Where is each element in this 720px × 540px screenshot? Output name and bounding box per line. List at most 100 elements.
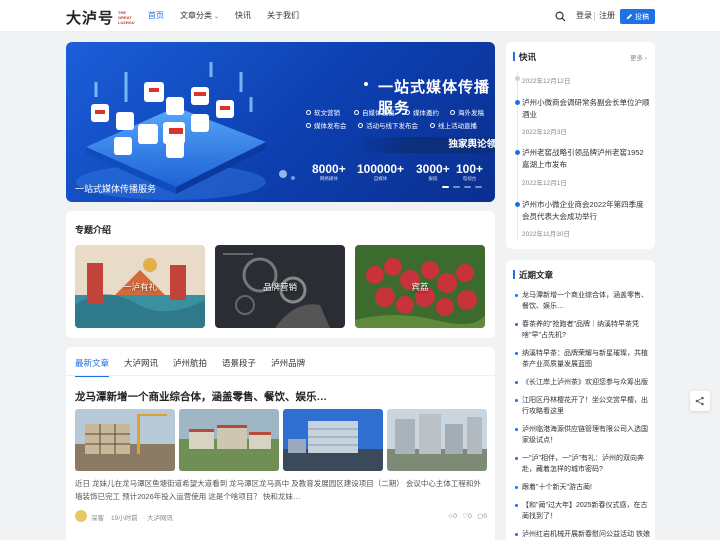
article-image[interactable] xyxy=(283,409,383,471)
recent-article-link[interactable]: 跟着"十个新天"游古蔺! xyxy=(515,482,650,493)
news-item[interactable]: 泸州老窖战略引领品牌泸州老窖1952嘉湖上市发布 xyxy=(522,147,650,171)
slider-dot[interactable] xyxy=(475,186,482,188)
feature-label: 媒体邀约 xyxy=(413,110,439,117)
logo-subtitle: THE GREAT LUZHOU xyxy=(118,10,135,25)
stat-label: 自媒体 xyxy=(373,176,388,181)
site-logo[interactable]: 大泸号 THE GREAT LUZHOU xyxy=(66,7,135,28)
stat-item: 100000+ 自媒体 xyxy=(357,162,404,182)
article-photo xyxy=(283,409,383,471)
section-title: 专题介绍 xyxy=(75,225,112,235)
feature-item: 线上活动直播 xyxy=(430,120,477,130)
tab-news[interactable]: 大泸网讯 xyxy=(124,357,158,377)
news-item[interactable]: 泸州小微商会调研常务副会长单位沪顺酒业 xyxy=(522,97,650,121)
stat-item: 3000+ 报纸 xyxy=(416,162,450,182)
article-title[interactable]: 龙马潭新增一个商业综合体，涵盖零售、餐饮、娱乐… xyxy=(75,389,327,404)
nav-about[interactable]: 关于我们 xyxy=(267,0,299,32)
share-button[interactable] xyxy=(690,391,710,411)
view-count: 0 xyxy=(453,513,457,520)
article-image[interactable] xyxy=(179,409,279,471)
circle-icon xyxy=(358,122,363,128)
topic-label: 一泸有礼 xyxy=(122,281,157,292)
timeline-dot xyxy=(515,150,520,155)
circle-icon xyxy=(354,109,359,115)
chevron-down-icon: ⌄ xyxy=(214,14,220,20)
article-photo xyxy=(387,409,487,471)
news-item[interactable]: 泸州市小微企业商会2022年第四季度会员代表大会成功举行 xyxy=(522,199,650,223)
stat-item: 8000+ 网络媒体 xyxy=(312,162,346,182)
news-date: 2022年12月1日 xyxy=(522,180,567,187)
topics-section: 专题介绍 一泸有礼 品牌营销 宾荔 xyxy=(66,211,495,338)
slider-indicator xyxy=(442,186,482,188)
stat-item: 100+ 电视台 xyxy=(456,162,483,182)
feature-label: 媒体发布会 xyxy=(314,123,347,130)
feature-item: 海外发稿 xyxy=(450,107,484,117)
divider xyxy=(594,12,595,21)
topic-label: 品牌营销 xyxy=(262,281,297,292)
avatar[interactable] xyxy=(75,510,87,522)
nav-home[interactable]: 首页 xyxy=(148,0,164,32)
tab-brand[interactable]: 泸州品牌 xyxy=(271,357,305,377)
slider-dot[interactable] xyxy=(464,186,471,188)
circle-icon xyxy=(405,109,410,115)
widget-title: 近期文章 xyxy=(519,270,554,280)
recent-article-link[interactable]: 泸州红岩机械开展新春慰问公益活动 铁娘子手勤舞传递温暖与新 xyxy=(515,529,650,540)
register-link[interactable]: 注册 xyxy=(599,0,615,32)
recent-article-link[interactable]: 一"泸"相伴，一"泸"有礼：泸州的双向奔赴，藏着怎样的城市密码? xyxy=(515,453,650,475)
topic-card[interactable]: 品牌营销 xyxy=(215,245,345,328)
recent-article-link[interactable]: 泸州临港海源供应链管理有限公司入选国家级试点！ xyxy=(515,424,650,446)
recent-article-link[interactable]: 《长江岸上泸州茶》欢迎您参与众筹出版 xyxy=(515,377,650,388)
timeline-dot xyxy=(515,76,520,81)
nav-flash[interactable]: 快讯 xyxy=(235,0,251,32)
divider xyxy=(66,375,495,376)
article-summary: 近日 龙妹儿在龙马潭区鱼塘街道希望大道看到 龙马潭区龙马高中 及教育发展园区建设… xyxy=(75,479,481,501)
feature-label: 软文营销 xyxy=(314,110,340,117)
recent-article-link[interactable]: 纳溪特早茶：品牌荣耀与新星璀璨，共植茶产业高质量发展蓝图 xyxy=(515,348,650,370)
post-button[interactable]: 投稿 xyxy=(620,9,655,24)
article-image[interactable] xyxy=(387,409,487,471)
article-category[interactable]: · 大泸网讯 xyxy=(143,512,173,522)
more-link[interactable]: 更多 › xyxy=(630,52,647,62)
topic-card[interactable]: 宾荔 xyxy=(355,245,485,328)
hero-banner[interactable]: 一站式媒体传播服务 软文营销 自媒体发稿 媒体邀约 海外发稿 媒体发布会 活动与… xyxy=(66,42,495,202)
recent-article-link[interactable]: 春茶养的"抢跑者"品牌｜纳溪特早茶凭啥"早"占先机? xyxy=(515,319,650,341)
article-photo xyxy=(75,409,175,471)
topic-label: 宾荔 xyxy=(411,281,429,292)
comment-count: 0 xyxy=(483,513,487,520)
stat-number: 8000+ xyxy=(312,162,346,176)
latest-articles-section: 最新文章 大泸网讯 泸州航拍 语景段子 泸州品牌 龙马潭新增一个商业综合体，涵盖… xyxy=(66,347,495,540)
article-image[interactable] xyxy=(75,409,175,471)
stat-number: 100000+ xyxy=(357,162,405,176)
news-date: 2022年12月3日 xyxy=(522,129,567,136)
nav-categories[interactable]: 文章分类 ⌄ xyxy=(180,0,219,32)
recent-articles-widget: 近期文章 龙马潭新增一个商业综合体，涵盖零售、餐饮、娱乐… 春茶养的"抢跑者"品… xyxy=(506,260,655,540)
login-link[interactable]: 登录 xyxy=(576,0,592,32)
slider-dot[interactable] xyxy=(453,186,460,188)
recent-article-link[interactable]: 【和"蔺"过大年】2025新春仪式感，在古蔺找到了！ xyxy=(515,500,650,522)
article-tabs: 最新文章 大泸网讯 泸州航拍 语景段子 泸州品牌 xyxy=(75,357,320,377)
title-marker xyxy=(513,52,515,61)
category-label: 大泸网讯 xyxy=(146,515,173,522)
tab-jokes[interactable]: 语景段子 xyxy=(222,357,256,377)
timeline-dot xyxy=(515,100,520,105)
topic-card[interactable]: 一泸有礼 xyxy=(75,245,205,328)
timeline-line xyxy=(517,72,518,240)
news-date: 2022年12月12日 xyxy=(522,78,571,85)
feature-label: 线上活动直播 xyxy=(438,123,477,130)
slider-dot[interactable] xyxy=(442,186,449,188)
logo-text: 大泸号 xyxy=(66,9,115,27)
author-name[interactable]: 深客 xyxy=(91,512,104,522)
tab-aerial[interactable]: 泸州航拍 xyxy=(173,357,207,377)
stat-number: 100+ xyxy=(456,162,484,176)
circle-icon xyxy=(430,122,435,128)
feature-item: 活动与线下发布会 xyxy=(358,120,418,130)
tab-latest[interactable]: 最新文章 xyxy=(75,357,110,377)
stat-number: 3000+ xyxy=(416,162,450,176)
feature-item: 软文营销 xyxy=(306,107,340,117)
recent-article-link[interactable]: 江阳区丹林樱花开了！坐公交赏早樱，出行攻略看这里 xyxy=(515,395,650,417)
search-icon[interactable] xyxy=(555,11,566,22)
top-header: 大泸号 THE GREAT LUZHOU 首页 文章分类 ⌄ 快讯 关于我们 登录… xyxy=(0,0,720,32)
feature-label: 活动与线下发布会 xyxy=(366,123,418,130)
feature-label: 自媒体发稿 xyxy=(362,110,395,117)
news-date: 2022年11月30日 xyxy=(522,231,570,238)
recent-article-link[interactable]: 龙马潭新增一个商业综合体，涵盖零售、餐饮、娱乐… xyxy=(515,290,650,312)
